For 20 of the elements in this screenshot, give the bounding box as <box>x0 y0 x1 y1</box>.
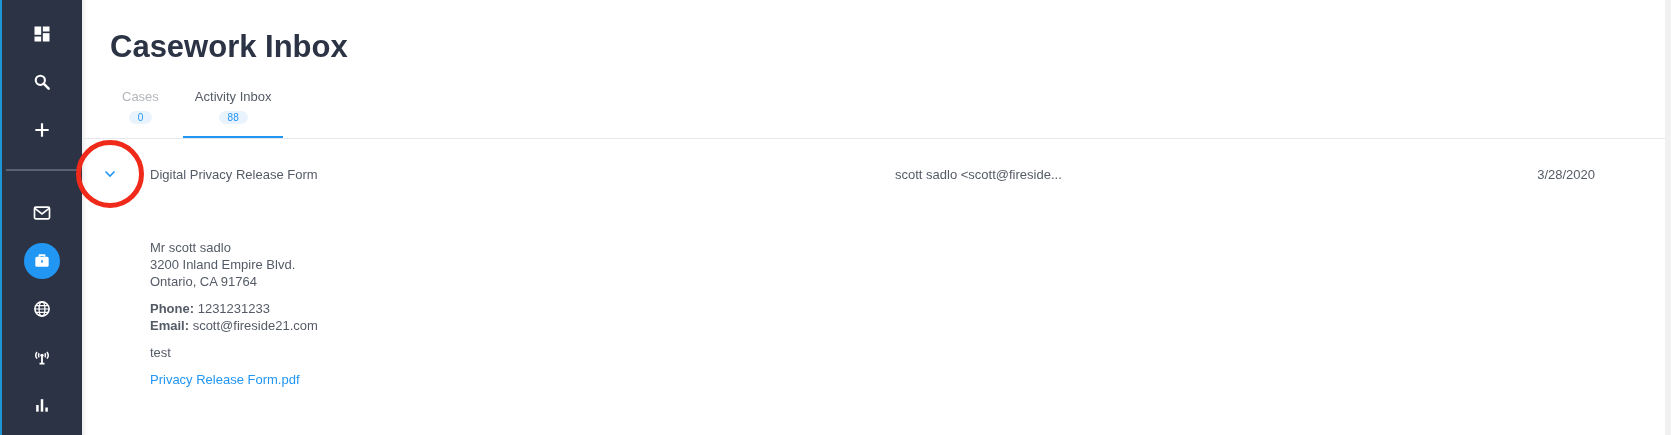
nav-button[interactable] <box>24 243 60 279</box>
address-line: 3200 Inland Empire Blvd. <box>150 256 296 273</box>
message-note: test <box>150 344 171 361</box>
add-icon <box>32 120 52 140</box>
tab[interactable]: Activity Inbox 88 <box>182 81 284 138</box>
count-badge: 88 <box>218 111 248 124</box>
globe-icon <box>32 299 52 319</box>
count-badge: 0 <box>128 111 153 124</box>
dashboard-icon <box>32 24 52 44</box>
address-line: Mr scott sadlo <box>150 239 231 256</box>
page-title: Casework Inbox <box>110 29 348 65</box>
contact-line: Email: scott@fireside21.com <box>150 317 318 334</box>
contact-line: Phone: 1231231233 <box>150 300 270 317</box>
chevron-icon <box>104 170 116 178</box>
search-icon <box>32 72 52 92</box>
mail-icon <box>32 203 52 223</box>
message-sender: scott sadlo <scott@fireside... <box>895 166 1063 182</box>
address-line: Ontario, CA 91764 <box>150 273 257 290</box>
message-subject[interactable]: Digital Privacy Release Form <box>150 166 895 182</box>
message-date: 3/28/2020 <box>1537 166 1595 182</box>
